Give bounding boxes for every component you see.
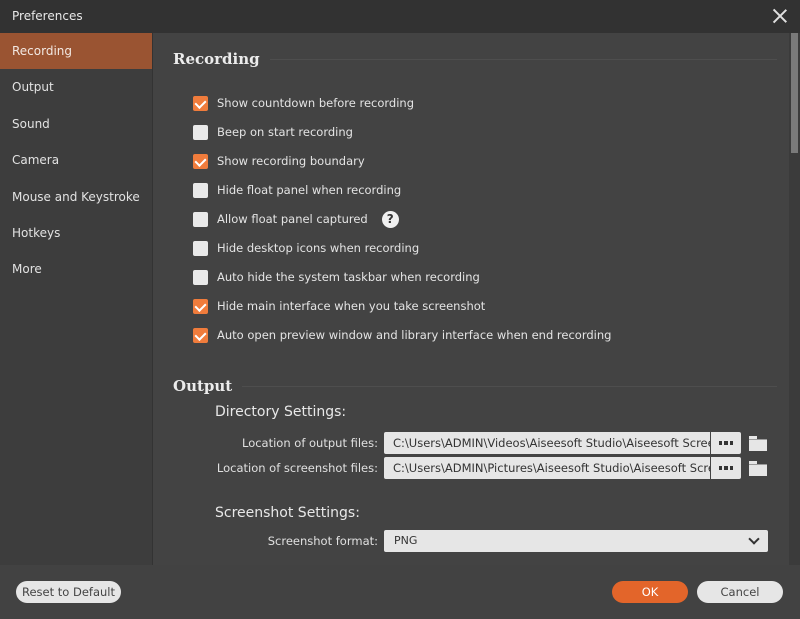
option-hide-desktop-icons[interactable]: Hide desktop icons when recording	[193, 239, 419, 257]
screenshot-files-input[interactable]: C:\Users\ADMIN\Pictures\Aiseesoft Studio…	[384, 457, 710, 479]
sidebar: Recording Output Sound Camera Mouse and …	[0, 33, 153, 565]
option-label: Auto hide the system taskbar when record…	[217, 270, 480, 284]
option-show-recording-boundary[interactable]: Show recording boundary	[193, 152, 365, 170]
option-label: Hide desktop icons when recording	[217, 241, 420, 255]
divider	[269, 58, 777, 60]
window-title: Preferences	[12, 9, 83, 23]
directory-settings-title: Directory Settings:	[215, 404, 347, 420]
option-label: Show recording boundary	[217, 154, 365, 168]
option-label: Show countdown before recording	[217, 96, 414, 110]
option-hide-float-panel[interactable]: Hide float panel when recording	[193, 181, 401, 199]
screenshot-format-value: PNG	[394, 534, 418, 547]
sidebar-item-recording[interactable]: Recording	[0, 33, 152, 70]
option-label: Allow float panel captured	[217, 212, 368, 226]
screenshot-files-row: Location of screenshot files: C:\Users\A…	[154, 457, 767, 479]
sidebar-item-mouse-and-keystroke[interactable]: Mouse and Keystroke	[0, 179, 152, 215]
checkbox[interactable]	[193, 269, 208, 285]
title-bar: Preferences	[0, 0, 800, 33]
close-icon[interactable]	[770, 6, 790, 26]
reset-to-default-button[interactable]: Reset to Default	[16, 581, 121, 603]
cancel-button[interactable]: Cancel	[697, 581, 783, 603]
sidebar-item-more[interactable]: More	[0, 251, 152, 287]
screenshot-format-select[interactable]: PNG	[384, 530, 768, 552]
checkbox-checked[interactable]	[193, 95, 208, 111]
recording-section-title: Recording	[173, 50, 260, 68]
option-show-countdown[interactable]: Show countdown before recording	[193, 94, 414, 112]
checkbox[interactable]	[193, 182, 208, 198]
help-icon[interactable]: ?	[381, 210, 399, 228]
checkbox[interactable]	[193, 124, 208, 140]
output-section-header: Output	[173, 377, 777, 395]
option-label: Hide float panel when recording	[217, 183, 402, 197]
checkbox[interactable]	[193, 211, 208, 227]
option-hide-main-interface[interactable]: Hide main interface when you take screen…	[193, 297, 485, 315]
checkbox-checked[interactable]	[193, 327, 208, 343]
checkbox-checked[interactable]	[193, 298, 208, 314]
recording-section-header: Recording	[173, 50, 777, 68]
option-label: Hide main interface when you take screen…	[217, 299, 486, 313]
option-label: Beep on start recording	[217, 125, 353, 139]
footer: Reset to Default OK Cancel	[0, 565, 800, 619]
screenshot-format-label: Screenshot format:	[267, 534, 378, 548]
open-folder-icon[interactable]	[749, 436, 767, 451]
checkbox-checked[interactable]	[193, 153, 208, 169]
option-beep-on-start[interactable]: Beep on start recording	[193, 123, 353, 141]
option-auto-hide-taskbar[interactable]: Auto hide the system taskbar when record…	[193, 268, 480, 286]
output-section-title: Output	[173, 377, 233, 395]
output-files-label: Location of output files:	[241, 436, 378, 450]
option-label: Auto open preview window and library int…	[217, 328, 612, 342]
ok-button[interactable]: OK	[612, 581, 688, 603]
option-allow-float-panel-captured[interactable]: Allow float panel captured ?	[193, 210, 399, 228]
browse-screenshot-button[interactable]	[711, 457, 741, 479]
output-files-row: Location of output files: C:\Users\ADMIN…	[154, 432, 767, 454]
sidebar-item-output[interactable]: Output	[0, 69, 152, 105]
output-files-input[interactable]: C:\Users\ADMIN\Videos\Aiseesoft Studio\A…	[384, 432, 710, 454]
settings-panel: Recording Show countdown before recordin…	[154, 33, 788, 565]
chevron-down-icon	[748, 533, 760, 545]
checkbox[interactable]	[193, 240, 208, 256]
open-folder-icon[interactable]	[749, 461, 767, 476]
screenshot-files-label: Location of screenshot files:	[216, 461, 378, 475]
screenshot-format-row: Screenshot format: PNG	[154, 530, 768, 552]
screenshot-settings-title: Screenshot Settings:	[215, 505, 360, 521]
sidebar-item-hotkeys[interactable]: Hotkeys	[0, 215, 152, 251]
option-auto-open-preview[interactable]: Auto open preview window and library int…	[193, 326, 611, 344]
sidebar-item-sound[interactable]: Sound	[0, 106, 152, 142]
browse-output-button[interactable]	[711, 432, 741, 454]
divider	[242, 385, 777, 387]
scrollbar-thumb[interactable]	[791, 33, 798, 153]
sidebar-item-camera[interactable]: Camera	[0, 142, 152, 178]
scrollbar[interactable]	[789, 33, 800, 565]
